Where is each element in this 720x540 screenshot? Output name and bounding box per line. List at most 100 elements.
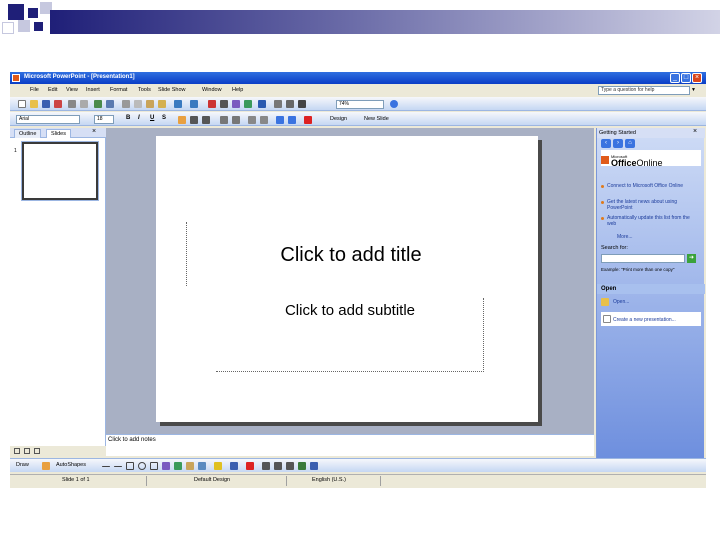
- draw-menu[interactable]: Draw: [16, 462, 29, 468]
- minimize-button[interactable]: _: [670, 73, 680, 83]
- subtitle-placeholder[interactable]: Click to add subtitle: [216, 298, 484, 372]
- maximize-button[interactable]: □: [681, 73, 691, 83]
- numbering-icon[interactable]: [220, 116, 228, 124]
- redo-icon[interactable]: [190, 100, 198, 108]
- permission-icon[interactable]: [54, 100, 62, 108]
- decrease-font-icon[interactable]: [260, 116, 268, 124]
- increase-font-icon[interactable]: [248, 116, 256, 124]
- hyperlink-icon[interactable]: [258, 100, 266, 108]
- save-icon[interactable]: [42, 100, 50, 108]
- spelling-icon[interactable]: [94, 100, 102, 108]
- tab-slides[interactable]: Slides: [46, 129, 71, 138]
- tab-outline[interactable]: Outline: [14, 129, 42, 138]
- menu-file[interactable]: File: [30, 87, 39, 93]
- link-create-presentation[interactable]: Create a new presentation...: [613, 317, 705, 323]
- link-more[interactable]: More...: [617, 234, 709, 240]
- arrow-style-icon[interactable]: [286, 462, 294, 470]
- align-center-icon[interactable]: [190, 116, 198, 124]
- wordart-icon[interactable]: [162, 462, 170, 470]
- link-open[interactable]: Open...: [613, 299, 705, 305]
- color-grayscale-icon[interactable]: [298, 100, 306, 108]
- menu-format[interactable]: Format: [110, 87, 127, 93]
- home-icon[interactable]: ⌂: [625, 139, 635, 148]
- menu-insert[interactable]: Insert: [86, 87, 100, 93]
- menu-slide-show[interactable]: Slide Show: [158, 87, 186, 93]
- zoom-select[interactable]: 74%: [336, 100, 384, 109]
- arrow-icon[interactable]: [114, 466, 122, 467]
- help-icon[interactable]: [390, 100, 398, 108]
- close-icon[interactable]: ×: [693, 128, 697, 135]
- picture-icon[interactable]: [198, 462, 206, 470]
- rectangle-icon[interactable]: [126, 462, 134, 470]
- new-slide-button[interactable]: New Slide: [364, 116, 389, 122]
- insert-wordart-icon[interactable]: [232, 100, 240, 108]
- increase-indent-icon[interactable]: [288, 116, 296, 124]
- design-button[interactable]: Design: [330, 116, 347, 122]
- bullets-icon[interactable]: [232, 116, 240, 124]
- expand-all-icon[interactable]: [274, 100, 282, 108]
- italic-button[interactable]: I: [138, 115, 140, 121]
- forward-icon[interactable]: ›: [613, 139, 623, 148]
- insert-table-icon[interactable]: [220, 100, 228, 108]
- clipart-icon[interactable]: [186, 462, 194, 470]
- format-painter-icon[interactable]: [158, 100, 166, 108]
- print-icon[interactable]: [68, 100, 76, 108]
- slide-sorter-icon[interactable]: [24, 448, 30, 454]
- line-icon[interactable]: [102, 466, 110, 467]
- select-objects-icon[interactable]: [42, 462, 50, 470]
- grid-icon[interactable]: [286, 100, 294, 108]
- menu-edit[interactable]: Edit: [48, 87, 57, 93]
- fill-color-icon[interactable]: [214, 462, 222, 470]
- font-size-select[interactable]: 18: [94, 115, 114, 124]
- align-left-icon[interactable]: [178, 116, 186, 124]
- undo-icon[interactable]: [174, 100, 182, 108]
- diagram-icon[interactable]: [174, 462, 182, 470]
- new-icon[interactable]: [18, 100, 26, 108]
- slide-show-icon[interactable]: [34, 448, 40, 454]
- slide-thumbnail[interactable]: [21, 141, 99, 201]
- decrease-indent-icon[interactable]: [276, 116, 284, 124]
- menu-tools[interactable]: Tools: [138, 87, 151, 93]
- slide-canvas[interactable]: Click to add title Click to add subtitle: [156, 136, 538, 422]
- shadow-button[interactable]: S: [162, 115, 166, 121]
- oval-icon[interactable]: [138, 462, 146, 470]
- search-input[interactable]: [601, 254, 685, 263]
- normal-view-icon[interactable]: [14, 448, 20, 454]
- print-preview-icon[interactable]: [80, 100, 88, 108]
- paste-icon[interactable]: [146, 100, 154, 108]
- bold-button[interactable]: B: [126, 115, 130, 121]
- insert-picture-icon[interactable]: [244, 100, 252, 108]
- textbox-icon[interactable]: [150, 462, 158, 470]
- ask-question-input[interactable]: Type a question for help: [598, 86, 690, 95]
- chevron-down-icon[interactable]: ▼: [691, 87, 696, 93]
- powerpoint-icon: [12, 74, 20, 82]
- back-icon[interactable]: ‹: [601, 139, 611, 148]
- menu-window[interactable]: Window: [202, 87, 222, 93]
- underline-button[interactable]: U: [150, 115, 154, 121]
- align-right-icon[interactable]: [202, 116, 210, 124]
- line-color-icon[interactable]: [230, 462, 238, 470]
- dash-style-icon[interactable]: [274, 462, 282, 470]
- close-icon[interactable]: ×: [92, 128, 96, 135]
- 3d-style-icon[interactable]: [310, 462, 318, 470]
- search-go-icon[interactable]: ➜: [687, 254, 696, 263]
- cut-icon[interactable]: [122, 100, 130, 108]
- open-icon[interactable]: [30, 100, 38, 108]
- font-color-icon[interactable]: [246, 462, 254, 470]
- link-latest-news[interactable]: Get the latest news about using PowerPoi…: [607, 199, 699, 211]
- link-auto-update[interactable]: Automatically update this list from the …: [607, 215, 699, 227]
- title-placeholder[interactable]: Click to add title: [186, 222, 514, 286]
- research-icon[interactable]: [106, 100, 114, 108]
- copy-icon[interactable]: [134, 100, 142, 108]
- font-color-icon[interactable]: [304, 116, 312, 124]
- font-select[interactable]: Arial: [16, 115, 80, 124]
- autoshapes-menu[interactable]: AutoShapes: [56, 462, 86, 468]
- menu-view[interactable]: View: [66, 87, 78, 93]
- line-style-icon[interactable]: [262, 462, 270, 470]
- shadow-style-icon[interactable]: [298, 462, 306, 470]
- insert-chart-icon[interactable]: [208, 100, 216, 108]
- close-button[interactable]: ×: [692, 73, 702, 83]
- link-connect-office-online[interactable]: Connect to Microsoft Office Online: [607, 183, 699, 189]
- notes-pane[interactable]: Click to add notes: [106, 434, 594, 456]
- menu-help[interactable]: Help: [232, 87, 243, 93]
